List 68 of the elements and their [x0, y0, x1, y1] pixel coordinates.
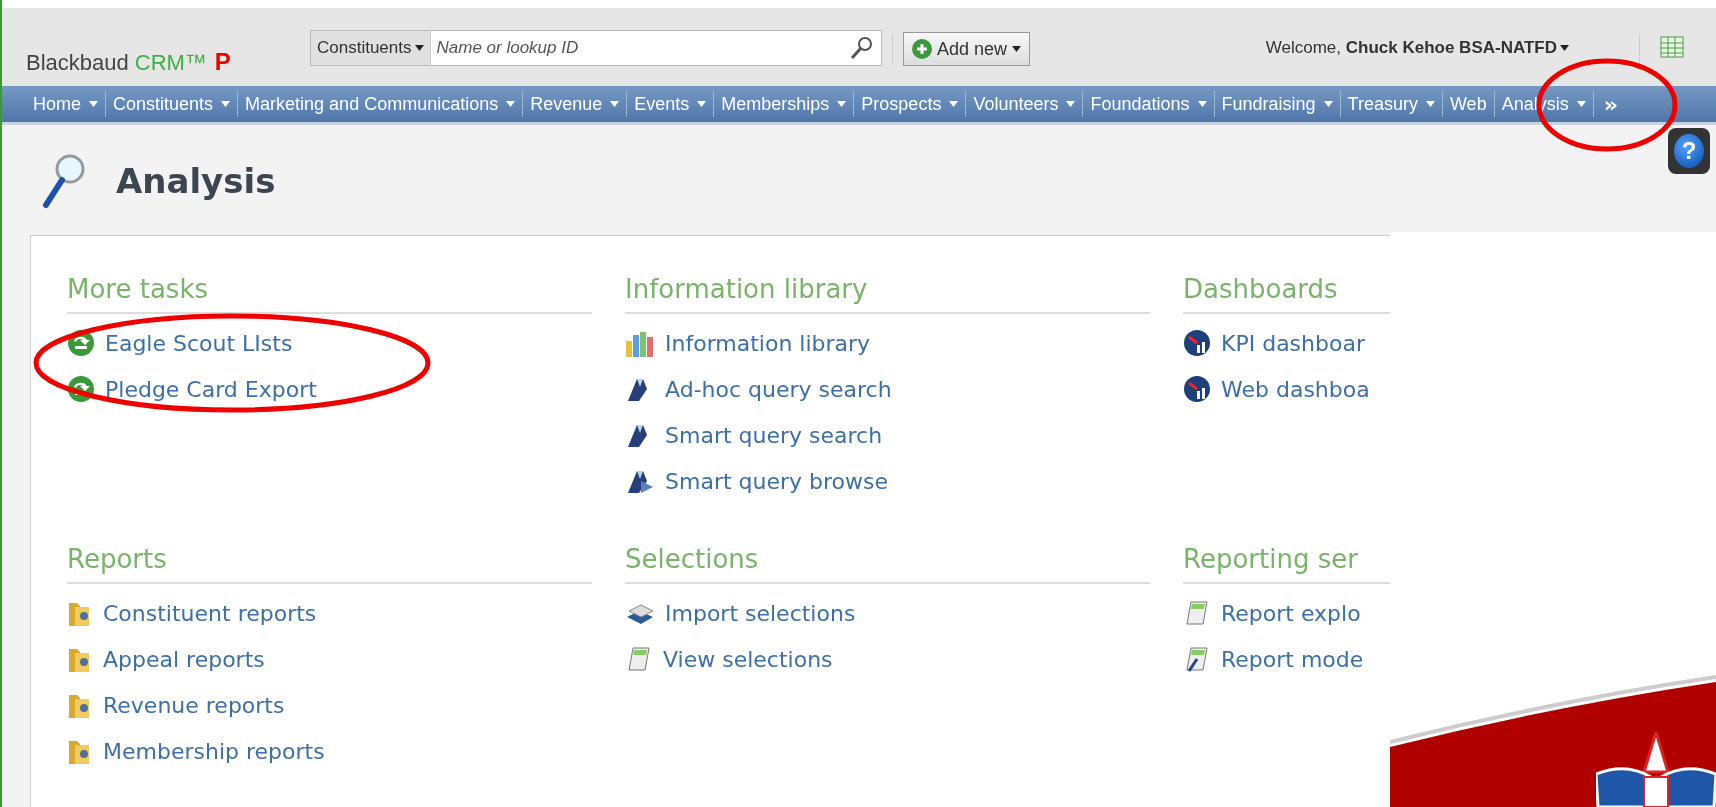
nav-menu-item[interactable]: Memberships	[714, 91, 855, 117]
task-link[interactable]: Web dashboa	[1183, 366, 1370, 412]
nav-menu-item[interactable]: Web	[1442, 91, 1495, 117]
add-new-button[interactable]: Add new	[903, 32, 1031, 66]
logo-product: CRM™	[134, 50, 207, 76]
task-link[interactable]: Report mode	[1183, 636, 1364, 682]
report-icon	[625, 645, 653, 673]
caret-icon	[1576, 101, 1586, 107]
emblem-icon	[1596, 732, 1716, 807]
section-heading: Information library	[625, 274, 1150, 314]
nav-menu-item[interactable]: Revenue	[523, 91, 628, 117]
caret-icon	[949, 101, 959, 107]
nav-menu-item[interactable]: Prospects	[854, 91, 967, 117]
task-link[interactable]: Ad-hoc query search	[625, 366, 892, 412]
task-link[interactable]: Constituent reports	[67, 590, 317, 636]
caret-icon	[221, 101, 231, 107]
more-menu-button[interactable]: »	[1593, 91, 1628, 117]
arrow-circle-icon	[67, 329, 95, 357]
section-heading: Selections	[625, 544, 1150, 584]
bar-chart-icon	[625, 329, 655, 357]
dashboard-icon	[1183, 375, 1211, 403]
nav-menu-item[interactable]: Foundations	[1083, 91, 1215, 117]
caret-icon	[1560, 45, 1569, 51]
scope-dropdown[interactable]: Constituents	[311, 31, 431, 65]
task-link[interactable]: Report explo	[1183, 590, 1361, 636]
logo-edition: P	[214, 48, 231, 76]
nav-menu-item[interactable]: Fundraising	[1214, 91, 1341, 117]
caret-icon	[1066, 101, 1076, 107]
caret-icon	[1197, 101, 1207, 107]
task-link[interactable]: Pledge Card Export	[67, 366, 317, 412]
caret-icon	[506, 101, 516, 107]
dashboard-icon	[1183, 329, 1211, 357]
nav-menu-item[interactable]: Volunteers	[966, 91, 1084, 117]
help-button[interactable]: ?	[1668, 128, 1710, 174]
search-icon[interactable]	[849, 35, 875, 61]
caret-icon	[837, 101, 847, 107]
report-icon	[1183, 599, 1211, 627]
caret-icon	[697, 101, 707, 107]
nav-menu-item[interactable]: Constituents	[106, 91, 239, 117]
section-heading: More tasks	[67, 274, 592, 314]
caret-icon	[610, 101, 620, 107]
nav-menu-item[interactable]: Treasury	[1340, 91, 1443, 117]
task-link[interactable]: Membership reports	[67, 728, 325, 774]
caret-icon	[1323, 101, 1333, 107]
task-link[interactable]: View selections	[625, 636, 833, 682]
caret-icon	[414, 45, 424, 51]
task-link[interactable]: Information library	[625, 320, 871, 366]
page-title: Analysis	[116, 161, 276, 201]
caret-icon	[1425, 101, 1435, 107]
nav-menu-item[interactable]: Home	[26, 91, 106, 117]
nav-menu-item[interactable]: Events	[627, 91, 715, 117]
caret-icon	[89, 101, 98, 107]
welcome-menu[interactable]: Welcome, Chuck Kehoe BSA-NATFD	[1265, 38, 1569, 58]
task-link[interactable]: KPI dashboar	[1183, 320, 1365, 366]
logo-brand: Blackbaud	[26, 50, 129, 76]
task-link[interactable]: Smart query search	[625, 412, 883, 458]
arrow-circle-icon	[67, 375, 95, 403]
task-link[interactable]: Revenue reports	[67, 682, 285, 728]
task-link[interactable]: Smart query browse	[625, 458, 889, 504]
plus-icon	[912, 39, 932, 59]
nav-menu-item[interactable]: Marketing and Communications	[238, 91, 524, 117]
section-heading: Reports	[67, 544, 592, 584]
task-link[interactable]: Import selections	[625, 590, 856, 636]
task-link[interactable]: Eagle Scout LIsts	[67, 320, 293, 366]
search-field[interactable]: Constituents Name or lookup ID	[310, 30, 882, 66]
caret-icon	[1012, 46, 1022, 52]
task-link[interactable]: Appeal reports	[67, 636, 265, 682]
report-icon	[1183, 645, 1211, 673]
